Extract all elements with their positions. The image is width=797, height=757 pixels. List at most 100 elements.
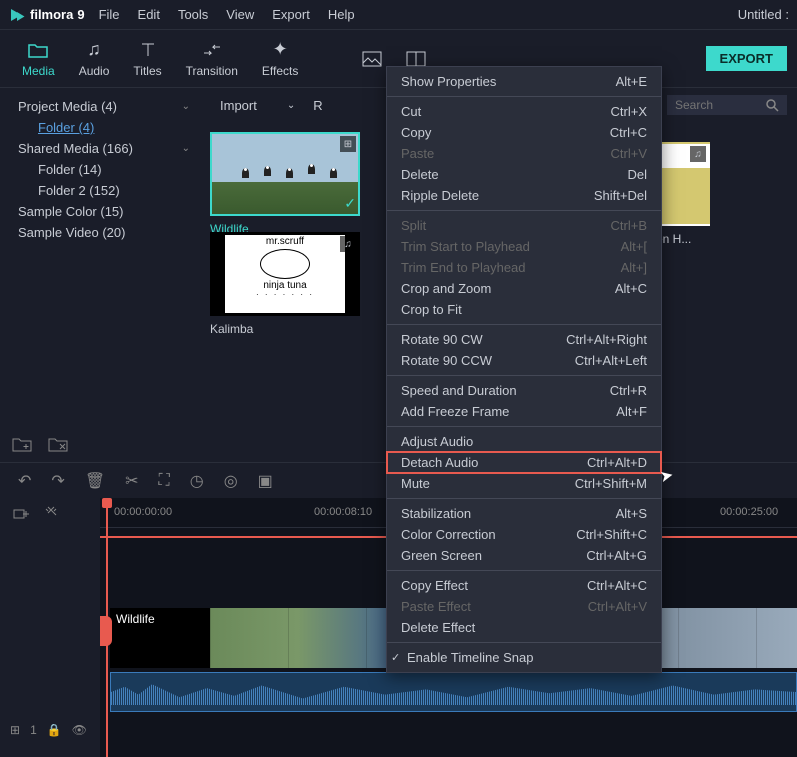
sidebar-item-folder-14[interactable]: Folder (14) — [0, 159, 200, 180]
context-menu-label: Crop and Zoom — [401, 281, 491, 296]
context-menu-item[interactable]: Add Freeze FrameAlt+F — [387, 401, 661, 422]
sidebar-item-shared-media[interactable]: Shared Media (166)⌄ — [0, 138, 200, 159]
context-menu-item[interactable]: Delete Effect — [387, 617, 661, 638]
record-button[interactable]: R — [313, 98, 322, 113]
context-menu-shortcut: Ctrl+Alt+V — [568, 599, 647, 614]
search-box[interactable] — [667, 95, 787, 115]
context-menu-shortcut: Ctrl+Alt+Left — [555, 353, 647, 368]
menu-help[interactable]: Help — [328, 7, 355, 22]
sidebar-item-folder-2-152[interactable]: Folder 2 (152) — [0, 180, 200, 201]
context-menu-item[interactable]: Rotate 90 CCW Ctrl+Alt+Left — [387, 350, 661, 371]
check-icon: ✓ — [391, 651, 405, 664]
context-menu-label: Rotate 90 CCW — [401, 353, 492, 368]
color-button[interactable]: ◎ — [224, 471, 238, 491]
search-input[interactable] — [675, 98, 755, 112]
context-menu-item[interactable]: Crop and ZoomAlt+C — [387, 278, 661, 299]
track-number: 1 — [30, 723, 37, 737]
tab-effects[interactable]: ✦ Effects — [250, 34, 310, 84]
context-menu-label: Adjust Audio — [401, 434, 473, 449]
export-button[interactable]: EXPORT — [706, 46, 787, 71]
context-menu-label: Paste — [401, 146, 434, 161]
menu-tools[interactable]: Tools — [178, 7, 208, 22]
split-button[interactable]: ✂ — [125, 471, 138, 491]
context-menu-label: Delete Effect — [401, 620, 475, 635]
text-icon — [138, 40, 158, 60]
green-screen-button[interactable]: ▣ — [258, 471, 273, 491]
delete-folder-button[interactable] — [48, 436, 68, 454]
tab-titles[interactable]: Titles — [121, 34, 173, 84]
folder-icon — [28, 40, 48, 60]
import-button[interactable]: Import⌄ — [210, 95, 305, 116]
context-menu-shortcut: Ctrl+X — [591, 104, 647, 119]
context-menu-item[interactable]: Adjust Audio — [387, 431, 661, 452]
context-menu-item[interactable]: Stabilization Alt+S — [387, 503, 661, 524]
context-menu-item: Trim Start to PlayheadAlt+[ — [387, 236, 661, 257]
context-menu-item[interactable]: MuteCtrl+Shift+M — [387, 473, 661, 494]
context-menu-label: Stabilization — [401, 506, 471, 521]
context-menu-label: Green Screen — [401, 548, 482, 563]
menu-edit[interactable]: Edit — [138, 7, 160, 22]
tab-transition[interactable]: Transition — [174, 34, 250, 84]
sidebar-item-folder-4[interactable]: Folder (4) — [0, 117, 200, 138]
sidebar-item-project-media[interactable]: Project Media (4)⌄ — [0, 96, 200, 117]
context-menu-label: Add Freeze Frame — [401, 404, 509, 419]
lock-icon[interactable]: 🔒 — [47, 723, 62, 737]
context-menu-item[interactable]: Green ScreenCtrl+Alt+G — [387, 545, 661, 566]
clip-label: Wildlife — [110, 608, 210, 668]
new-folder-button[interactable] — [12, 436, 32, 454]
clip-handle[interactable] — [100, 616, 112, 646]
menu-view[interactable]: View — [226, 7, 254, 22]
sidebar-item-sample-video[interactable]: Sample Video (20) — [0, 222, 200, 243]
media-thumb[interactable]: mr.scruff ninja tuna · · · · · · · ♫ — [210, 232, 360, 316]
eye-icon[interactable]: 👁 — [72, 723, 87, 737]
context-menu-shortcut: Alt+] — [601, 260, 647, 275]
add-track-button[interactable] — [12, 506, 30, 520]
context-menu-item[interactable]: Speed and DurationCtrl+R — [387, 380, 661, 401]
context-menu-item[interactable]: CutCtrl+X — [387, 101, 661, 122]
tab-audio[interactable]: ♫ Audio — [67, 34, 122, 84]
context-menu-item[interactable]: ✓Enable Timeline Snap — [387, 647, 661, 668]
separator — [387, 570, 661, 571]
sparkle-icon: ✦ — [270, 40, 290, 60]
context-menu-item[interactable]: Detach AudioCtrl+Alt+D — [387, 452, 661, 473]
context-menu-item[interactable]: Show PropertiesAlt+E — [387, 71, 661, 92]
search-icon[interactable] — [765, 98, 779, 112]
context-menu-item[interactable]: CopyCtrl+C — [387, 122, 661, 143]
context-menu-label: Show Properties — [401, 74, 496, 89]
context-menu-item[interactable]: Color CorrectionCtrl+Shift+C — [387, 524, 661, 545]
context-menu-item[interactable]: Rotate 90 CWCtrl+Alt+Right — [387, 329, 661, 350]
delete-button[interactable]: 🗑 — [85, 471, 105, 491]
chevron-down-icon: ⌄ — [182, 143, 190, 154]
separator — [387, 96, 661, 97]
context-menu-item: Paste Ctrl+V — [387, 143, 661, 164]
context-menu-item[interactable]: Ripple DeleteShift+Del — [387, 185, 661, 206]
context-menu-label: Trim Start to Playhead — [401, 239, 530, 254]
context-menu-label: Detach Audio — [401, 455, 478, 470]
redo-button[interactable]: ↷ — [51, 471, 64, 491]
crop-button[interactable]: ⛶ — [159, 472, 170, 490]
context-menu-item[interactable]: Crop to Fit — [387, 299, 661, 320]
media-sidebar: Project Media (4)⌄ Folder (4) Shared Med… — [0, 88, 200, 462]
menu-export[interactable]: Export — [272, 7, 310, 22]
context-menu-label: Mute — [401, 476, 430, 491]
context-menu-shortcut: Ctrl+V — [591, 146, 647, 161]
context-menu-item[interactable]: DeleteDel — [387, 164, 661, 185]
media-item-kalimba[interactable]: mr.scruff ninja tuna · · · · · · · ♫ Kal… — [210, 232, 360, 336]
context-menu-label: Trim End to Playhead — [401, 260, 526, 275]
menu-file[interactable]: File — [99, 7, 120, 22]
tab-media[interactable]: Media — [10, 34, 67, 84]
timeline-left-panel: ⊞ 1 🔒 👁 — [0, 498, 100, 757]
context-menu-label: Enable Timeline Snap — [407, 650, 533, 665]
speed-button[interactable]: ◷ — [190, 471, 204, 491]
undo-button[interactable]: ↶ — [18, 471, 31, 491]
context-menu-item[interactable]: Copy EffectCtrl+Alt+C — [387, 575, 661, 596]
context-menu-shortcut: Ctrl+Alt+Right — [546, 332, 647, 347]
music-note-icon: ♫ — [84, 40, 104, 60]
magnet-button[interactable] — [44, 505, 60, 521]
context-menu-shortcut: Alt+S — [596, 506, 647, 521]
sidebar-item-sample-color[interactable]: Sample Color (15) — [0, 201, 200, 222]
media-thumb[interactable]: ⊞ ✓ — [210, 132, 360, 216]
filmstrip-icon: ⊞ — [10, 723, 20, 737]
context-menu-shortcut: Shift+Del — [574, 188, 647, 203]
audio-track[interactable] — [110, 672, 797, 712]
